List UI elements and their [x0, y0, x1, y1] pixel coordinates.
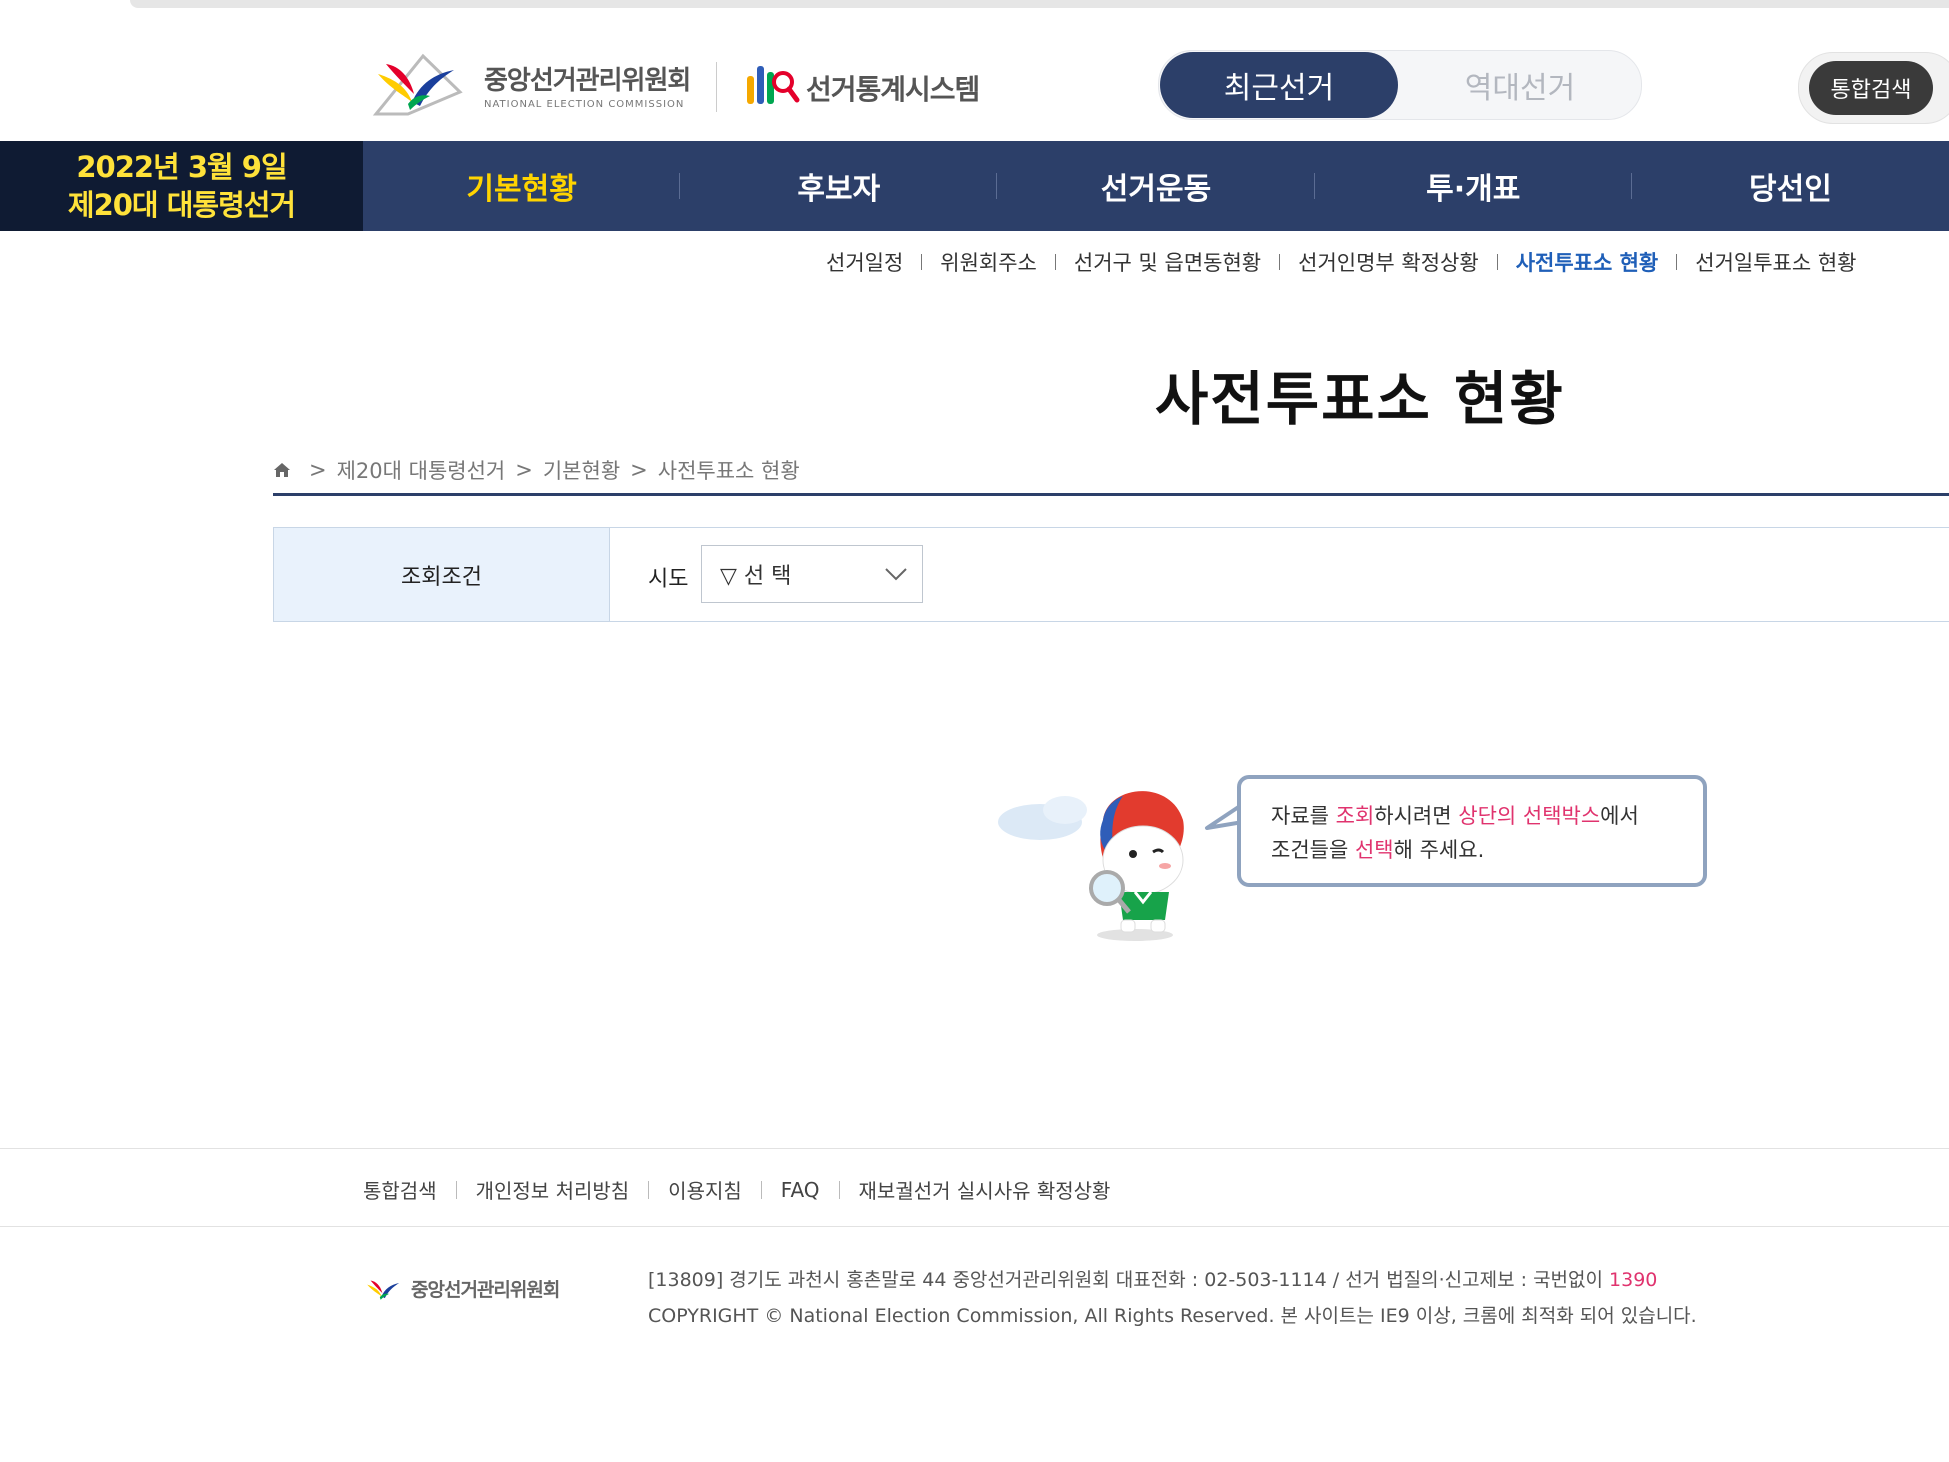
footer-links-bar: 통합검색 개인정보 처리방침 이용지침 FAQ 재보궐선거 실시사유 확정상황 — [0, 1148, 1949, 1227]
guide-text: 에서 — [1600, 804, 1639, 828]
breadcrumb-item: 사전투표소 현황 — [657, 459, 800, 483]
query-label: 조회조건 — [274, 528, 610, 621]
breadcrumb: > 제20대 대통령선거 > 기본현황 > 사전투표소 현황 — [273, 455, 800, 485]
nav-winners[interactable]: 당선인 — [1632, 141, 1949, 231]
nec-name[interactable]: 중앙선거관리위원회 NATIONAL ELECTION COMMISSION — [484, 60, 691, 110]
footer-divider — [455, 1180, 457, 1199]
page-title: 사전투표소 현황 — [1155, 365, 1565, 433]
footer-link-terms[interactable]: 이용지침 — [668, 1175, 742, 1204]
election-badge[interactable]: 2022년 3월 9일 제20대 대통령선거 — [0, 141, 363, 231]
site-header: 중앙선거관리위원회 NATIONAL ELECTION COMMISSION 선… — [0, 18, 1949, 141]
submenu-divider — [921, 254, 923, 270]
submenu-divider — [1279, 254, 1281, 270]
main-navbar: 2022년 3월 9일 제20대 대통령선거 기본현황 후보자 선거운동 투·개… — [0, 141, 1949, 231]
system-name[interactable]: 선거통계시스템 — [806, 68, 980, 108]
browser-top-strip — [0, 0, 1949, 19]
submenu-districts[interactable]: 선거구 및 읍면동현황 — [1074, 247, 1261, 277]
submenu-voter-register[interactable]: 선거인명부 확정상황 — [1298, 247, 1479, 277]
footer-links: 통합검색 개인정보 처리방침 이용지침 FAQ 재보궐선거 실시사유 확정상황 — [363, 1175, 1110, 1204]
query-conditions: 조회조건 시도 ▽ 선 택 — [273, 527, 1949, 622]
breadcrumb-separator: > — [515, 458, 533, 482]
footer-logo-text: 중앙선거관리위원회 — [411, 1278, 560, 1301]
breadcrumb-item[interactable]: 기본현황 — [543, 455, 620, 485]
footer-link-faq[interactable]: FAQ — [781, 1178, 820, 1202]
submenu-early-voting-stations[interactable]: 사전투표소 현황 — [1516, 247, 1659, 277]
mascot-character-icon — [998, 791, 1184, 941]
footer-link-privacy[interactable]: 개인정보 처리방침 — [476, 1175, 630, 1204]
footer-hotline: 1390 — [1609, 1269, 1658, 1291]
submenu-committee-address[interactable]: 위원회주소 — [940, 247, 1037, 277]
submenu-election-day-stations[interactable]: 선거일투표소 현황 — [1695, 247, 1856, 277]
statistics-logo-icon[interactable] — [745, 62, 801, 106]
guide-text: 해 주세요. — [1393, 838, 1485, 862]
sido-select-value: ▽ 선 택 — [720, 564, 792, 589]
footer-copyright: COPYRIGHT © National Election Commission… — [648, 1305, 1697, 1327]
submenu-divider — [1054, 254, 1056, 270]
home-icon[interactable] — [273, 461, 291, 479]
election-name: 제20대 대통령선거 — [67, 188, 296, 222]
nec-name-ko: 중앙선거관리위원회 — [484, 66, 691, 96]
browser-scroll-strip — [130, 0, 1949, 8]
breadcrumb-separator: > — [630, 458, 648, 482]
recent-election-tab[interactable]: 최근선거 — [1160, 52, 1398, 118]
guide-highlight: 선택 — [1354, 838, 1394, 862]
footer-divider — [760, 1180, 762, 1199]
title-underline — [273, 493, 1949, 496]
nav-campaign[interactable]: 선거운동 — [997, 141, 1315, 231]
nav-candidates[interactable]: 후보자 — [680, 141, 998, 231]
guide-text: 자료를 — [1271, 804, 1336, 828]
footer-divider — [648, 1180, 650, 1199]
footer-address: [13809] 경기도 과천시 홍촌말로 44 중앙선거관리위원회 대표전화 :… — [648, 1269, 1610, 1291]
sido-label: 시도 — [648, 567, 689, 592]
sub-menu: 선거일정 위원회주소 선거구 및 읍면동현황 선거인명부 확정상황 사전투표소 … — [826, 247, 1857, 277]
election-period-toggle: 최근선거 역대선거 — [1158, 50, 1642, 120]
nec-logo-small-icon — [367, 1280, 400, 1300]
footer-link-by-election[interactable]: 재보궐선거 실시사유 확정상황 — [859, 1175, 1111, 1204]
chevron-down-icon — [885, 568, 907, 581]
guide-speech-bubble: 자료를 조회하시려면 상단의 선택박스에서 조건들을 선택해 주세요. — [1237, 775, 1707, 887]
sido-select[interactable]: ▽ 선 택 — [701, 545, 923, 603]
footer-address-line: [13809] 경기도 과천시 홍촌말로 44 중앙선거관리위원회 대표전화 :… — [648, 1262, 1697, 1298]
footer-logo: 중앙선거관리위원회 — [363, 1272, 560, 1304]
nec-logo-icon[interactable] — [368, 44, 468, 120]
header-divider — [716, 62, 717, 112]
guide-highlight: 조회 — [1335, 804, 1375, 828]
election-date: 2022년 3월 9일 — [76, 150, 287, 184]
main-menu: 기본현황 후보자 선거운동 투·개표 당선인 — [363, 141, 1949, 231]
guide-text: 조건들을 — [1271, 838, 1355, 862]
breadcrumb-item[interactable]: 제20대 대통령선거 — [337, 455, 506, 485]
footer-link-search[interactable]: 통합검색 — [363, 1175, 437, 1204]
footer-divider — [838, 1180, 840, 1199]
submenu-schedule[interactable]: 선거일정 — [826, 247, 903, 277]
breadcrumb-separator: > — [309, 458, 327, 482]
guide-highlight: 상단의 선택박스 — [1458, 804, 1601, 828]
nec-name-en: NATIONAL ELECTION COMMISSION — [484, 99, 685, 110]
submenu-divider — [1496, 254, 1498, 270]
nav-voting-counting[interactable]: 투·개표 — [1315, 141, 1633, 231]
guide-line-2: 조건들을 선택해 주세요. — [1271, 833, 1673, 867]
search-container: 통합검색 — [1798, 52, 1949, 124]
submenu-divider — [1676, 254, 1678, 270]
nav-basic-status[interactable]: 기본현황 — [363, 141, 681, 231]
guide-text: 하시려면 — [1374, 804, 1459, 828]
past-election-tab[interactable]: 역대선거 — [1401, 52, 1639, 118]
footer-info: [13809] 경기도 과천시 홍촌말로 44 중앙선거관리위원회 대표전화 :… — [648, 1262, 1697, 1334]
integrated-search-button[interactable]: 통합검색 — [1809, 61, 1933, 115]
guide-line-1: 자료를 조회하시려면 상단의 선택박스에서 — [1271, 799, 1673, 833]
